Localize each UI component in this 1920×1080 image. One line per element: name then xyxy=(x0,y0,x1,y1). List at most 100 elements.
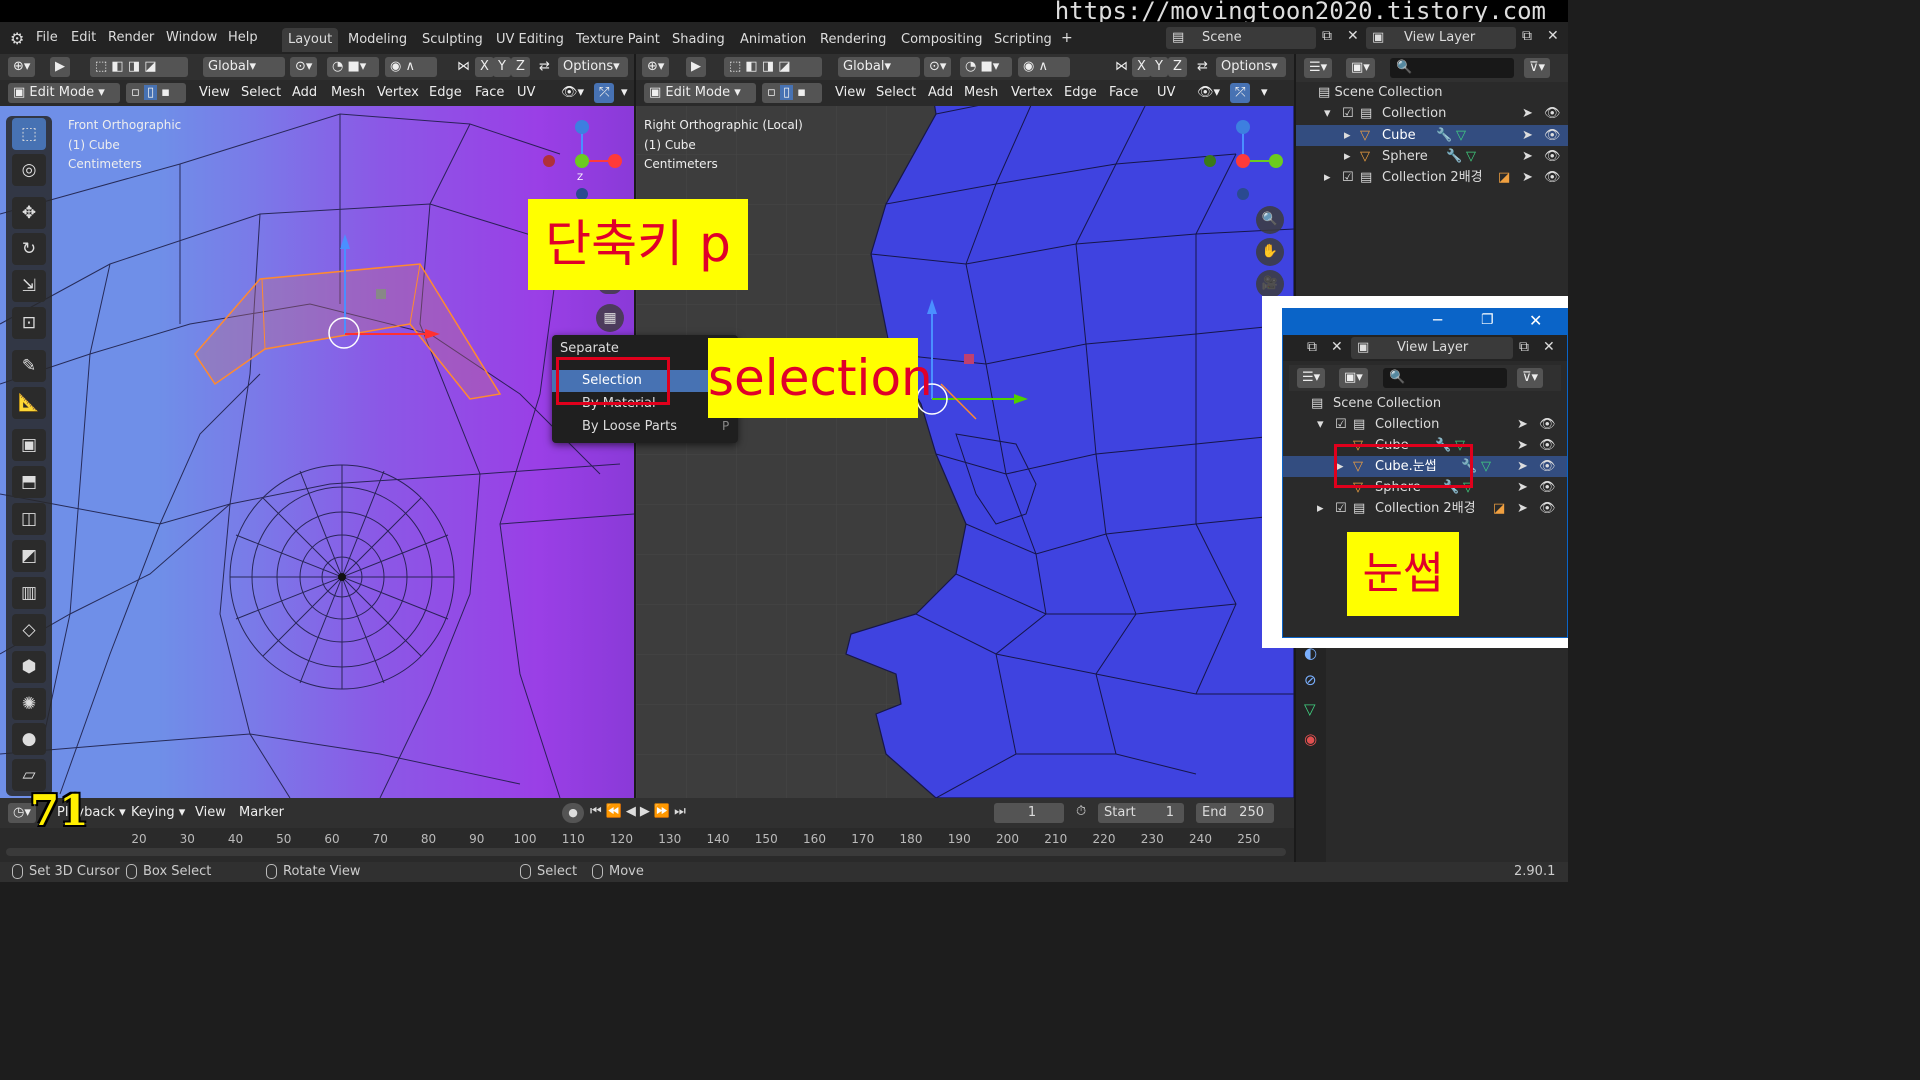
menu-mesh[interactable]: Mesh xyxy=(326,83,370,103)
expand-icon[interactable]: ▸ xyxy=(1344,146,1351,167)
select-arrow-icon[interactable]: ➤ xyxy=(1517,477,1528,498)
popup-view-layer-selector[interactable]: ▣ View Layer xyxy=(1351,337,1513,359)
select-arrow-icon[interactable]: ➤ xyxy=(1517,456,1528,477)
select-arrow-icon[interactable]: ➤ xyxy=(1517,498,1528,519)
menu-vertex[interactable]: Vertex xyxy=(372,83,424,103)
popup-row-collection[interactable]: ▾ ☑ ▤ Collection ➤ 👁 xyxy=(1283,414,1567,435)
end-frame-field[interactable]: End 250 xyxy=(1196,803,1274,823)
menu-item-by-loose-parts[interactable]: By Loose Parts xyxy=(552,416,738,438)
menu-uv[interactable]: UV xyxy=(1152,83,1180,103)
menu-face[interactable]: Face xyxy=(470,83,509,103)
menu-mesh[interactable]: Mesh xyxy=(959,83,1003,103)
eye-icon[interactable]: 👁 xyxy=(1544,167,1561,188)
eye-icon[interactable]: 👁 xyxy=(1544,125,1561,146)
expand-icon[interactable]: ▸ xyxy=(1317,498,1324,519)
mirror-icon[interactable]: ⋈ xyxy=(1110,57,1133,77)
expand-icon[interactable]: ▾ xyxy=(1317,414,1324,435)
outliner-editor-type-icon[interactable]: ☰▾ xyxy=(1297,368,1326,388)
transform-orientation[interactable]: Global▾ xyxy=(838,57,920,77)
inset-tool-icon[interactable]: ◫ xyxy=(12,503,46,535)
tab-uv-editing[interactable]: UV Editing xyxy=(490,28,570,52)
outliner-row-collection-2[interactable]: ▸ ☑ ▤ Collection 2배경 ◪ ➤ 👁 xyxy=(1296,167,1568,188)
scene-selector[interactable]: ▤ Scene xyxy=(1166,27,1316,49)
gizmo-toggle-icon[interactable]: ⤱ xyxy=(1230,83,1251,103)
popup-search-input[interactable]: 🔍 xyxy=(1383,368,1507,388)
remove-view-layer-icon[interactable]: ✕ xyxy=(1543,339,1555,355)
auto-merge-icon[interactable]: ⇄ xyxy=(1192,57,1213,77)
start-frame-field[interactable]: Start 1 xyxy=(1098,803,1184,823)
auto-merge-icon[interactable]: ⇄ xyxy=(534,57,555,77)
navigation-gizmo[interactable] xyxy=(535,116,625,206)
checkbox-icon[interactable]: ☑ xyxy=(1342,167,1354,188)
select-mode-icon[interactable]: ▶ xyxy=(50,57,70,77)
select-arrow-icon[interactable]: ➤ xyxy=(1517,414,1528,435)
annotate-tool-icon[interactable]: ✎ xyxy=(12,350,46,382)
camera-icon[interactable]: 🎥 xyxy=(1256,270,1284,298)
mesh-data-icon[interactable]: ▽ xyxy=(1456,125,1466,146)
tab-texture-paint[interactable]: Texture Paint xyxy=(570,28,666,52)
maximize-icon[interactable]: ❐ xyxy=(1481,312,1494,328)
filter-icon[interactable]: ⊽▾ xyxy=(1524,58,1551,78)
remove-view-layer-icon[interactable]: ✕ xyxy=(1547,28,1559,44)
menu-edit[interactable]: Edit xyxy=(71,30,96,45)
proportional-edit-icon[interactable]: ◉ ∧ xyxy=(385,57,437,77)
view-layer-selector[interactable]: ▣ View Layer xyxy=(1366,27,1516,49)
outliner-row-cube[interactable]: ▸ ▽ Cube 🔧 ▽ ➤ 👁 xyxy=(1296,125,1568,146)
mirror-y-toggle[interactable]: Y xyxy=(493,57,511,77)
menu-select[interactable]: Select xyxy=(871,83,921,103)
extrude-tool-icon[interactable]: ⬒ xyxy=(12,466,46,498)
tab-animation[interactable]: Animation xyxy=(734,28,812,52)
cursor-tool-icon[interactable]: ◎ xyxy=(12,154,46,186)
bevel-tool-icon[interactable]: ◩ xyxy=(12,540,46,572)
menu-uv[interactable]: UV xyxy=(512,83,540,103)
editor-type-icon[interactable]: ⊕▾ xyxy=(642,57,670,77)
checkbox-icon[interactable]: ☑ xyxy=(1335,414,1347,435)
options-dropdown[interactable]: Options▾ xyxy=(1216,57,1286,77)
select-box-tool-icon[interactable]: ⬚ xyxy=(12,118,46,150)
spin-tool-icon[interactable]: ✺ xyxy=(12,688,46,720)
eye-icon[interactable]: 👁 xyxy=(1539,435,1556,456)
menu-face[interactable]: Face xyxy=(1104,83,1143,103)
smooth-tool-icon[interactable]: ● xyxy=(12,723,46,755)
menu-help[interactable]: Help xyxy=(228,30,258,45)
menu-window[interactable]: Window xyxy=(166,30,217,45)
selection-modes-icon[interactable]: ⬚ ◧ ◨ ◪ xyxy=(724,57,822,77)
tab-sculpting[interactable]: Sculpting xyxy=(416,28,489,52)
select-arrow-icon[interactable]: ➤ xyxy=(1522,146,1533,167)
grid-view-icon[interactable]: ▦ xyxy=(596,304,624,332)
scale-tool-icon[interactable]: ⇲ xyxy=(12,270,46,302)
rotate-tool-icon[interactable]: ↻ xyxy=(12,233,46,265)
outliner-row-collection[interactable]: ▾ ☑ ▤ Collection ➤ 👁 xyxy=(1296,103,1568,124)
close-icon[interactable]: ✕ xyxy=(1529,311,1542,330)
minimize-icon[interactable]: ─ xyxy=(1433,311,1442,329)
checkbox-icon[interactable]: ☑ xyxy=(1335,498,1347,519)
new-view-layer-icon[interactable]: ⧉ xyxy=(1519,339,1529,355)
mirror-x-toggle[interactable]: X xyxy=(475,57,494,77)
tab-rendering[interactable]: Rendering xyxy=(814,28,892,52)
expand-icon[interactable]: ▾ xyxy=(1324,103,1331,124)
eye-icon[interactable]: 👁 xyxy=(1544,146,1561,167)
timeline-view-menu[interactable]: View xyxy=(190,803,231,823)
gizmo-toggle-icon[interactable]: ⤱ xyxy=(594,83,615,103)
filter-icon[interactable]: ⊽▾ xyxy=(1517,368,1544,388)
eye-icon[interactable]: 👁 xyxy=(1539,456,1556,477)
loop-cut-tool-icon[interactable]: ▥ xyxy=(12,577,46,609)
select-mode-buttons[interactable]: ▫ ▯ ▪ xyxy=(762,83,822,103)
mirror-y-toggle[interactable]: Y xyxy=(1150,57,1168,77)
gizmo-dropdown-icon[interactable]: ▾ xyxy=(616,83,633,103)
selection-modes-icon[interactable]: ⬚ ◧ ◨ ◪ xyxy=(90,57,188,77)
menu-add[interactable]: Add xyxy=(923,83,958,103)
expand-icon[interactable]: ▸ xyxy=(1324,167,1331,188)
popup-scene-collection[interactable]: ▤ Scene Collection xyxy=(1283,393,1567,414)
mode-selector[interactable]: ▣ Edit Mode ▾ xyxy=(644,83,756,103)
new-scene-icon[interactable]: ⧉ xyxy=(1322,28,1332,44)
measure-tool-icon[interactable]: 📐 xyxy=(12,387,46,419)
modifier-wrench-icon[interactable]: 🔧 xyxy=(1436,125,1452,146)
tab-compositing[interactable]: Compositing xyxy=(895,28,989,52)
menu-file[interactable]: File xyxy=(36,30,58,45)
poly-build-tool-icon[interactable]: ⬢ xyxy=(12,651,46,683)
visibility-icon[interactable]: 👁▾ xyxy=(1192,83,1225,103)
mirror-z-toggle[interactable]: Z xyxy=(511,57,530,77)
mode-selector[interactable]: ▣ Edit Mode ▾ xyxy=(8,83,120,103)
visibility-icon[interactable]: 👁▾ xyxy=(556,83,589,103)
